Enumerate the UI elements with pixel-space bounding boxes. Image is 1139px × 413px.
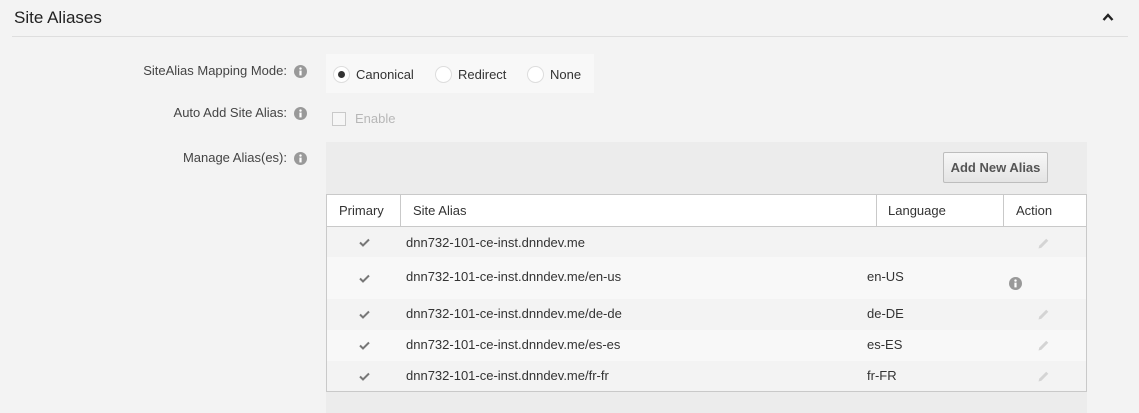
enable-checkbox-label: Enable [355, 111, 396, 126]
radio-canonical-circle[interactable] [333, 65, 350, 83]
column-header-primary[interactable]: Primary [339, 195, 384, 226]
section-title: Site Aliases [14, 8, 102, 27]
column-header-language[interactable]: Language [888, 195, 946, 226]
language-cell: es-ES [867, 337, 903, 352]
radio-canonical[interactable]: Canonical [333, 64, 414, 84]
language-cell: fr-FR [867, 368, 897, 383]
info-icon[interactable] [294, 107, 307, 120]
language-cell: de-DE [867, 306, 904, 321]
radio-redirect-circle[interactable] [435, 65, 452, 83]
radio-redirect[interactable]: Redirect [435, 64, 506, 84]
manage-aliases-label: Manage Alias(es): [182, 150, 287, 165]
add-new-alias-button[interactable]: Add New Alias [943, 152, 1048, 183]
column-divider [876, 195, 877, 226]
check-icon [359, 238, 370, 247]
enable-checkbox[interactable] [332, 111, 346, 126]
site-aliases-page: Site Aliases SiteAlias Mapping Mode: Can… [0, 0, 1139, 413]
site-alias-cell: dnn732-101-ce-inst.dnndev.me/es-es [406, 337, 621, 352]
check-icon [359, 341, 370, 350]
language-cell: en-US [867, 269, 904, 284]
radio-none-circle[interactable] [527, 65, 544, 83]
table-row[interactable]: dnn732-101-ce-inst.dnndev.me/en-us en-US [327, 257, 1086, 299]
mapping-mode-radio-group: Canonical Redirect None [326, 54, 594, 93]
radio-none[interactable]: None [527, 64, 581, 84]
edit-icon[interactable] [1037, 339, 1050, 352]
edit-icon[interactable] [1037, 308, 1050, 321]
check-icon [359, 274, 370, 283]
site-alias-cell: dnn732-101-ce-inst.dnndev.me [406, 235, 585, 250]
radio-canonical-label: Canonical [356, 66, 414, 82]
check-icon [359, 372, 370, 381]
info-icon[interactable] [1009, 277, 1022, 290]
column-divider [1003, 195, 1004, 226]
column-header-action[interactable]: Action [1016, 195, 1052, 226]
radio-redirect-label: Redirect [458, 66, 507, 82]
edit-icon[interactable] [1037, 237, 1050, 250]
check-icon [359, 310, 370, 319]
auto-add-label: Auto Add Site Alias: [173, 105, 287, 120]
mapping-mode-label: SiteAlias Mapping Mode: [143, 63, 287, 78]
table-row[interactable]: dnn732-101-ce-inst.dnndev.me [327, 227, 1086, 257]
edit-icon[interactable] [1037, 370, 1050, 383]
section-header[interactable]: Site Aliases [12, 0, 1128, 37]
site-alias-cell: dnn732-101-ce-inst.dnndev.me/de-de [406, 306, 622, 321]
column-header-site-alias[interactable]: Site Alias [413, 195, 466, 226]
table-header: Primary Site Alias Language Action [327, 195, 1086, 227]
column-divider [400, 195, 401, 226]
info-icon[interactable] [294, 152, 307, 165]
table-row[interactable]: dnn732-101-ce-inst.dnndev.me/es-es es-ES [327, 330, 1086, 361]
radio-none-label: None [550, 66, 582, 82]
auto-add-checkbox-row[interactable]: Enable [332, 111, 395, 126]
alias-table: Primary Site Alias Language Action dnn73… [326, 194, 1087, 392]
site-alias-cell: dnn732-101-ce-inst.dnndev.me/fr-fr [406, 368, 609, 383]
site-alias-cell: dnn732-101-ce-inst.dnndev.me/en-us [406, 269, 622, 284]
info-icon[interactable] [294, 65, 307, 78]
chevron-up-icon[interactable] [1102, 12, 1114, 22]
table-row[interactable]: dnn732-101-ce-inst.dnndev.me/de-de de-DE [327, 299, 1086, 330]
table-row[interactable]: dnn732-101-ce-inst.dnndev.me/fr-fr fr-FR [327, 361, 1086, 391]
